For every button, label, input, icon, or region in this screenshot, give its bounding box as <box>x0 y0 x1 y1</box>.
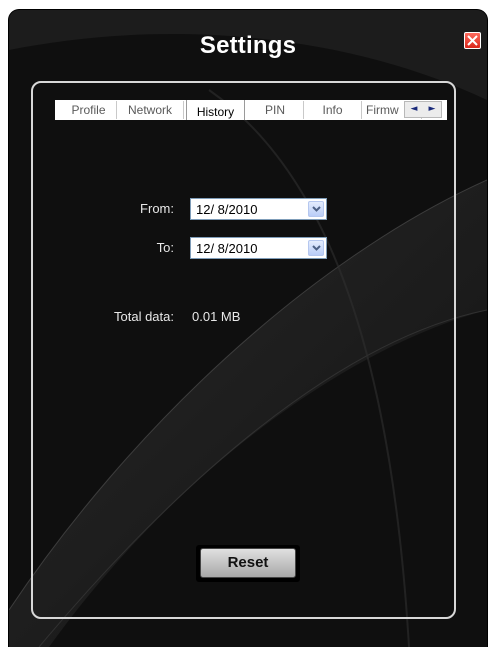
from-date-picker[interactable]: 12/ 8/2010 <box>190 198 327 220</box>
to-date-value: 12/ 8/2010 <box>196 241 258 256</box>
tab-info[interactable]: Info <box>304 101 362 119</box>
tab-history[interactable]: History <box>186 100 245 120</box>
chevron-down-icon <box>312 206 321 212</box>
reset-button[interactable]: Reset <box>200 548 296 578</box>
window-title: Settings <box>199 32 297 59</box>
settings-panel <box>31 81 456 619</box>
tab-scroll-left-icon[interactable]: ◄ <box>405 102 423 117</box>
tab-label: Profile <box>71 103 106 117</box>
to-date-dropdown-button[interactable] <box>308 240 324 256</box>
total-data-value: 0.01 MB <box>192 309 241 324</box>
tab-pin[interactable]: PIN <box>247 101 304 119</box>
tab-strip: Profile Network History PIN Info Firmw <box>55 100 447 120</box>
tab-label: Info <box>322 103 343 117</box>
tab-scroll-right-icon[interactable]: ► <box>423 102 441 117</box>
from-date-dropdown-button[interactable] <box>308 201 324 217</box>
tab-label: PIN <box>264 103 285 117</box>
tab-profile[interactable]: Profile <box>61 101 117 119</box>
tab-label: History <box>196 105 235 119</box>
to-label: To: <box>156 240 174 255</box>
tab-label: Network <box>127 103 172 117</box>
tab-network[interactable]: Network <box>117 101 184 119</box>
tab-label: Firmw <box>366 103 399 117</box>
from-label: From: <box>140 201 174 216</box>
to-date-picker[interactable]: 12/ 8/2010 <box>190 237 327 259</box>
close-button[interactable] <box>464 32 481 49</box>
close-icon <box>467 35 478 46</box>
from-date-value: 12/ 8/2010 <box>196 202 258 217</box>
chevron-down-icon <box>312 245 321 251</box>
tab-scroll-buttons: ◄ ► <box>404 101 442 118</box>
total-data-label: Total data: <box>114 309 174 324</box>
